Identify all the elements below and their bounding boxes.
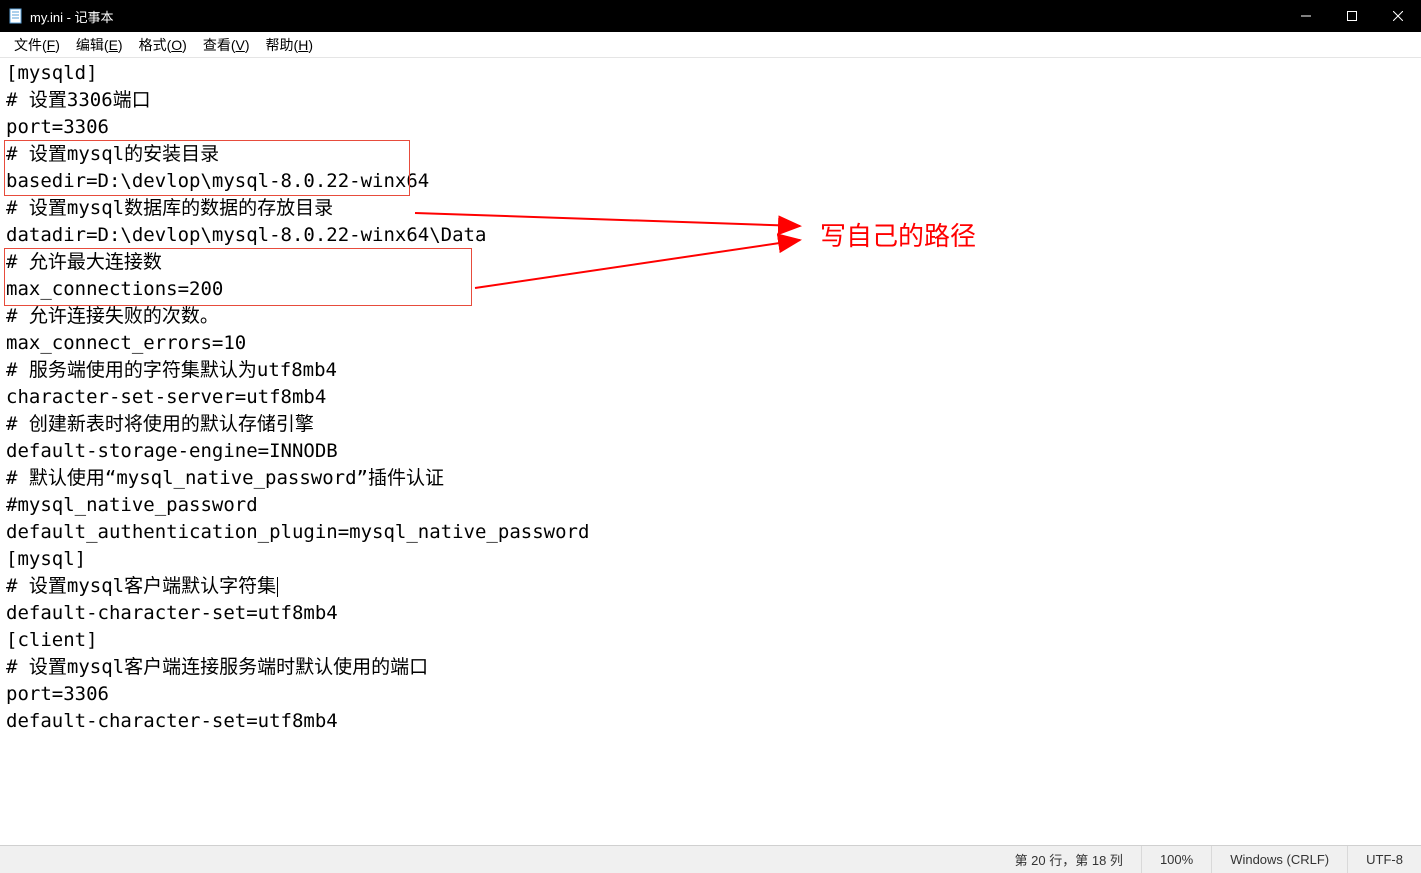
editor-line[interactable]: default-character-set=utf8mb4 — [6, 708, 1415, 735]
status-line-ending: Windows (CRLF) — [1211, 846, 1347, 873]
editor-line[interactable]: #mysql_native_password — [6, 492, 1415, 519]
editor-line[interactable]: # 允许连接失败的次数。 — [6, 303, 1415, 330]
editor-line[interactable]: default-storage-engine=INNODB — [6, 438, 1415, 465]
status-encoding: UTF-8 — [1347, 846, 1421, 873]
menu-help[interactable]: 帮助(H) — [258, 33, 321, 57]
editor-line[interactable]: port=3306 — [6, 114, 1415, 141]
minimize-button[interactable] — [1283, 0, 1329, 32]
editor-line[interactable]: character-set-server=utf8mb4 — [6, 384, 1415, 411]
notepad-icon — [8, 8, 24, 24]
editor-line[interactable]: default-character-set=utf8mb4 — [6, 600, 1415, 627]
menubar: 文件(F) 编辑(E) 格式(O) 查看(V) 帮助(H) — [0, 32, 1421, 58]
maximize-button[interactable] — [1329, 0, 1375, 32]
titlebar: my.ini - 记事本 — [0, 0, 1421, 32]
editor-line[interactable]: # 设置mysql客户端连接服务端时默认使用的端口 — [6, 654, 1415, 681]
editor-line[interactable]: [mysql] — [6, 546, 1415, 573]
menu-view[interactable]: 查看(V) — [195, 33, 258, 57]
window-title: my.ini - 记事本 — [30, 7, 114, 26]
editor-line[interactable]: # 设置mysql数据库的数据的存放目录 — [6, 195, 1415, 222]
status-position: 第 20 行，第 18 列 — [997, 846, 1141, 873]
editor-content[interactable]: [mysqld]# 设置3306端口port=3306# 设置mysql的安装目… — [0, 58, 1421, 845]
editor-area[interactable]: [mysqld]# 设置3306端口port=3306# 设置mysql的安装目… — [0, 58, 1421, 845]
editor-line[interactable]: datadir=D:\devlop\mysql-8.0.22-winx64\Da… — [6, 222, 1415, 249]
editor-line[interactable]: [client] — [6, 627, 1415, 654]
statusbar: 第 20 行，第 18 列 100% Windows (CRLF) UTF-8 — [0, 845, 1421, 873]
editor-line[interactable]: # 设置mysql客户端默认字符集 — [6, 573, 1415, 600]
menu-file[interactable]: 文件(F) — [6, 33, 68, 57]
editor-line[interactable]: default_authentication_plugin=mysql_nati… — [6, 519, 1415, 546]
editor-line[interactable]: port=3306 — [6, 681, 1415, 708]
close-button[interactable] — [1375, 0, 1421, 32]
editor-line[interactable]: basedir=D:\devlop\mysql-8.0.22-winx64 — [6, 168, 1415, 195]
editor-line[interactable]: # 服务端使用的字符集默认为utf8mb4 — [6, 357, 1415, 384]
status-zoom: 100% — [1141, 846, 1211, 873]
menu-edit[interactable]: 编辑(E) — [68, 33, 131, 57]
editor-line[interactable]: # 创建新表时将使用的默认存储引擎 — [6, 411, 1415, 438]
menu-format[interactable]: 格式(O) — [131, 33, 195, 57]
editor-line[interactable]: [mysqld] — [6, 60, 1415, 87]
editor-line[interactable]: max_connections=200 — [6, 276, 1415, 303]
editor-line[interactable]: # 默认使用“mysql_native_password”插件认证 — [6, 465, 1415, 492]
editor-line[interactable]: # 允许最大连接数 — [6, 249, 1415, 276]
editor-line[interactable]: # 设置3306端口 — [6, 87, 1415, 114]
editor-line[interactable]: max_connect_errors=10 — [6, 330, 1415, 357]
editor-line[interactable]: # 设置mysql的安装目录 — [6, 141, 1415, 168]
text-caret — [277, 577, 278, 597]
